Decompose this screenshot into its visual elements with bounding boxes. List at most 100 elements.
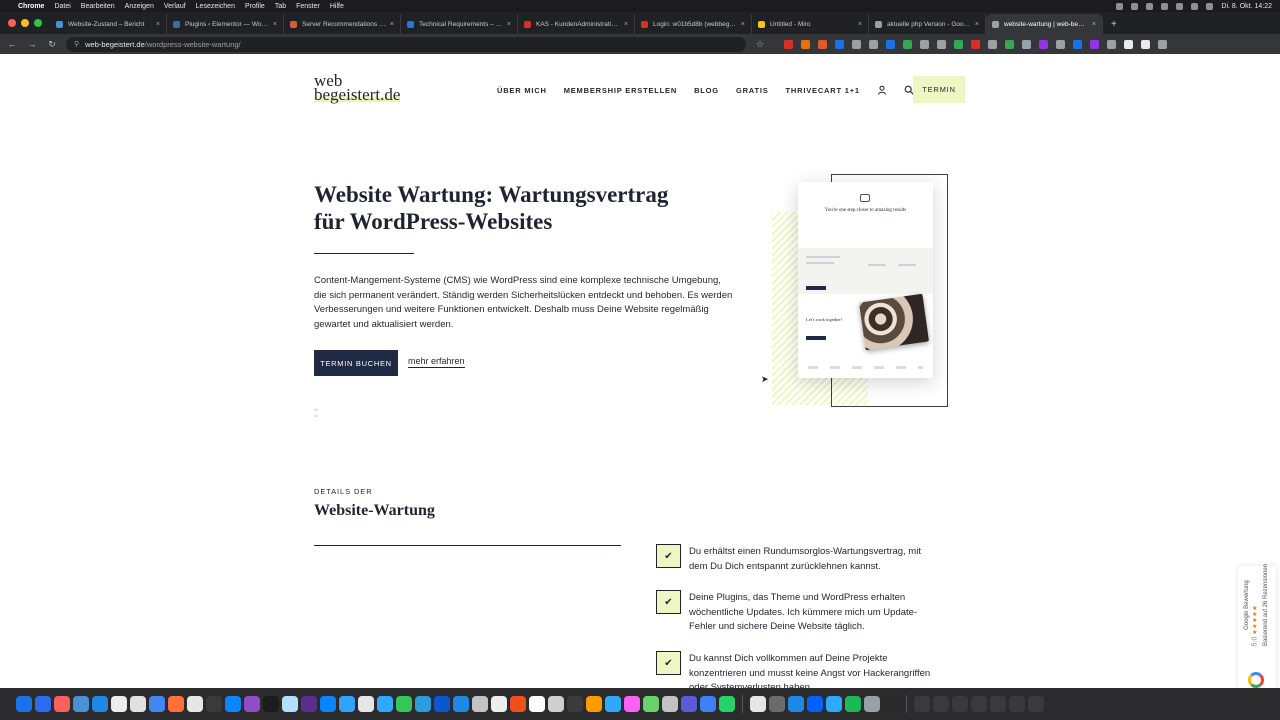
- extension-icon[interactable]: [818, 39, 827, 49]
- dock-app-icon[interactable]: [1009, 696, 1025, 712]
- extension-icon[interactable]: [971, 39, 980, 49]
- extension-icon[interactable]: [1039, 39, 1048, 49]
- browser-tab[interactable]: Login: w01b5d8b (webbegeistert) ×: [635, 14, 752, 34]
- dock-app-icon[interactable]: [529, 696, 545, 712]
- menu-app-name[interactable]: Chrome: [18, 3, 44, 10]
- menu-lesezeichen[interactable]: Lesezeichen: [196, 3, 235, 10]
- extension-icon[interactable]: [886, 39, 895, 49]
- dock-app-icon[interactable]: [35, 696, 51, 712]
- extension-icon[interactable]: [954, 39, 963, 49]
- tab-close-icon[interactable]: ×: [507, 21, 511, 28]
- nav-item-gratis[interactable]: GRATIS: [736, 86, 769, 95]
- extension-icon[interactable]: [784, 39, 793, 49]
- menu-profile[interactable]: Profile: [245, 3, 265, 10]
- menubar-clock[interactable]: Di. 8. Okt. 14:22: [1221, 3, 1272, 10]
- extension-icon[interactable]: [1073, 39, 1082, 49]
- status-icon[interactable]: [1116, 2, 1124, 10]
- tab-close-icon[interactable]: ×: [1092, 21, 1096, 28]
- dock-app-icon[interactable]: [73, 696, 89, 712]
- menu-anzeigen[interactable]: Anzeigen: [125, 3, 154, 10]
- dock-app-icon[interactable]: [92, 696, 108, 712]
- tab-close-icon[interactable]: ×: [741, 21, 745, 28]
- extension-icon[interactable]: [988, 39, 997, 49]
- dock-app-icon[interactable]: [472, 696, 488, 712]
- dock-app-icon[interactable]: [187, 696, 203, 712]
- mehr-erfahren-link[interactable]: mehr erfahren: [408, 356, 465, 368]
- tab-close-icon[interactable]: ×: [975, 21, 979, 28]
- dock-app-icon[interactable]: [826, 696, 842, 712]
- dock-app-icon[interactable]: [914, 696, 930, 712]
- user-icon[interactable]: [877, 85, 887, 95]
- dock-app-icon[interactable]: [282, 696, 298, 712]
- zoom-window-button[interactable]: [34, 19, 42, 27]
- nav-item-blog[interactable]: BLOG: [694, 86, 719, 95]
- extension-icon[interactable]: [1158, 39, 1167, 49]
- termin-buchen-button[interactable]: TERMIN BUCHEN: [314, 350, 398, 376]
- google-rating-badge[interactable]: Google Bewertung ★ ★ ★ ★ ★ 5.0 Basierend auf…: [1238, 564, 1276, 688]
- minimize-window-button[interactable]: [21, 19, 29, 27]
- dock-app-icon[interactable]: [1028, 696, 1044, 712]
- dock-app-icon[interactable]: [864, 696, 880, 712]
- status-icon[interactable]: [1131, 2, 1139, 10]
- dock-app-icon[interactable]: [681, 696, 697, 712]
- dock-app-icon[interactable]: [16, 696, 32, 712]
- dock-app-icon[interactable]: [111, 696, 127, 712]
- dock-app-icon[interactable]: [54, 696, 70, 712]
- site-info-icon[interactable]: ⚲: [74, 40, 79, 48]
- dock-app-icon[interactable]: [643, 696, 659, 712]
- dock-app-icon[interactable]: [548, 696, 564, 712]
- browser-tab[interactable]: Website-Zustand – Bericht ×: [50, 14, 167, 34]
- extension-icon[interactable]: [1141, 39, 1150, 49]
- dock-app-icon[interactable]: [971, 696, 987, 712]
- extension-icon[interactable]: [1022, 39, 1031, 49]
- extension-icon[interactable]: [869, 39, 878, 49]
- dock-app-icon[interactable]: [453, 696, 469, 712]
- browser-tab[interactable]: KAS - KundenAdministrationsSystem ×: [518, 14, 635, 34]
- dock-app-icon[interactable]: [244, 696, 260, 712]
- new-tab-button[interactable]: +: [1103, 14, 1125, 34]
- dock-app-icon[interactable]: [567, 696, 583, 712]
- dock-app-icon[interactable]: [149, 696, 165, 712]
- browser-tab[interactable]: Server Recommendations – Lea ×: [284, 14, 401, 34]
- tab-close-icon[interactable]: ×: [858, 21, 862, 28]
- dock-app-icon[interactable]: [990, 696, 1006, 712]
- dock-app-icon[interactable]: [225, 696, 241, 712]
- dock-app-icon[interactable]: [700, 696, 716, 712]
- site-logo[interactable]: web begeistert.de: [314, 72, 401, 103]
- dock-app-icon[interactable]: [168, 696, 184, 712]
- scroll-down-chevron-icon[interactable]: ⌄ ⌄: [312, 404, 320, 420]
- dock-app-icon[interactable]: [263, 696, 279, 712]
- dock-app-icon[interactable]: [883, 696, 899, 712]
- tab-close-icon[interactable]: ×: [156, 21, 160, 28]
- reload-icon[interactable]: ↻: [46, 39, 58, 50]
- browser-tab[interactable]: Plugins ‹ Elementor — WordPress ×: [167, 14, 284, 34]
- dock-app-icon[interactable]: [377, 696, 393, 712]
- extension-icon[interactable]: [920, 39, 929, 49]
- nav-item-thrivecart[interactable]: THRIVECART 1+1: [786, 86, 860, 95]
- extension-icon[interactable]: [903, 39, 912, 49]
- browser-tab[interactable]: Untitled - Miro ×: [752, 14, 869, 34]
- nav-item-membership[interactable]: MEMBERSHIP ERSTELLEN: [564, 86, 677, 95]
- dock-app-icon[interactable]: [320, 696, 336, 712]
- dock-app-icon[interactable]: [605, 696, 621, 712]
- control-center-icon[interactable]: [1206, 2, 1214, 10]
- back-arrow-icon[interactable]: ←: [6, 39, 18, 49]
- menu-hilfe[interactable]: Hilfe: [330, 3, 344, 10]
- dock-app-icon[interactable]: [415, 696, 431, 712]
- extension-icon[interactable]: [1005, 39, 1014, 49]
- search-icon[interactable]: [1191, 2, 1199, 10]
- dock-app-icon[interactable]: [358, 696, 374, 712]
- dock-app-icon[interactable]: [807, 696, 823, 712]
- dock-app-icon[interactable]: [952, 696, 968, 712]
- status-icon[interactable]: [1146, 2, 1154, 10]
- tab-close-icon[interactable]: ×: [273, 21, 277, 28]
- extension-icon[interactable]: [1107, 39, 1116, 49]
- menu-fenster[interactable]: Fenster: [296, 3, 320, 10]
- extension-icon[interactable]: [852, 39, 861, 49]
- tab-close-icon[interactable]: ×: [624, 21, 628, 28]
- menu-datei[interactable]: Datei: [54, 3, 70, 10]
- dock-app-icon[interactable]: [510, 696, 526, 712]
- wifi-icon[interactable]: [1161, 2, 1169, 10]
- dock-app-icon[interactable]: [301, 696, 317, 712]
- browser-tab[interactable]: Technical Requirements – Lea ×: [401, 14, 518, 34]
